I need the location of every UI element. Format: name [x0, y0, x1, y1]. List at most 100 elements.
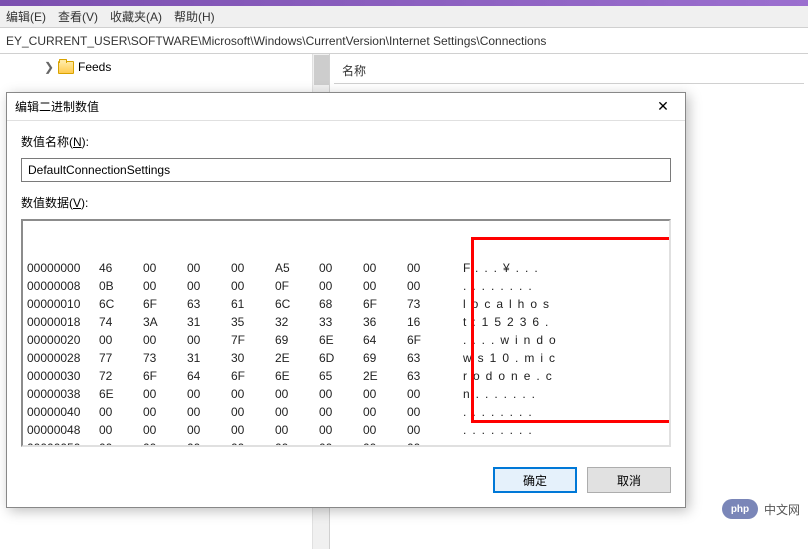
hex-byte[interactable]: 00: [187, 439, 231, 447]
hex-byte[interactable]: 6F: [231, 367, 275, 385]
hex-byte[interactable]: 00: [363, 439, 407, 447]
hex-byte[interactable]: 00: [363, 259, 407, 277]
hex-byte[interactable]: 00: [187, 421, 231, 439]
hex-byte[interactable]: 00: [143, 421, 187, 439]
hex-byte[interactable]: 00: [319, 421, 363, 439]
hex-byte[interactable]: 61: [231, 295, 275, 313]
hex-byte[interactable]: 77: [99, 349, 143, 367]
hex-byte[interactable]: 00: [319, 439, 363, 447]
hex-byte[interactable]: 00: [275, 403, 319, 421]
hex-byte[interactable]: 00: [231, 439, 275, 447]
hex-byte[interactable]: 65: [319, 367, 363, 385]
hex-byte[interactable]: 00: [99, 403, 143, 421]
hex-byte[interactable]: 00: [143, 331, 187, 349]
hex-byte[interactable]: 2E: [275, 349, 319, 367]
hex-byte[interactable]: 00: [407, 277, 451, 295]
hex-byte[interactable]: 00: [187, 277, 231, 295]
hex-byte[interactable]: 00: [231, 385, 275, 403]
hex-byte[interactable]: 6D: [319, 349, 363, 367]
hex-byte[interactable]: 31: [187, 313, 231, 331]
hex-byte[interactable]: 6E: [99, 385, 143, 403]
hex-byte[interactable]: 00: [275, 385, 319, 403]
hex-byte[interactable]: 00: [143, 403, 187, 421]
hex-byte[interactable]: 00: [99, 421, 143, 439]
hex-byte[interactable]: 6E: [275, 367, 319, 385]
hex-byte[interactable]: 00: [143, 439, 187, 447]
hex-byte[interactable]: 7F: [231, 331, 275, 349]
hex-byte[interactable]: A5: [275, 259, 319, 277]
menu-edit[interactable]: 编辑(E): [6, 8, 46, 25]
menu-favorites[interactable]: 收藏夹(A): [110, 8, 162, 25]
hex-byte[interactable]: 00: [319, 277, 363, 295]
hex-byte[interactable]: 31: [187, 349, 231, 367]
hex-byte[interactable]: 00: [363, 421, 407, 439]
close-icon[interactable]: ✕: [649, 97, 677, 117]
hex-byte[interactable]: 00: [319, 259, 363, 277]
hex-byte[interactable]: 00: [231, 277, 275, 295]
hex-byte[interactable]: 72: [99, 367, 143, 385]
hex-byte[interactable]: 35: [231, 313, 275, 331]
hex-byte[interactable]: 6F: [143, 367, 187, 385]
hex-byte[interactable]: 2E: [363, 367, 407, 385]
hex-row[interactable]: 000000080B0000000F000000........: [27, 277, 665, 295]
hex-byte[interactable]: 00: [231, 403, 275, 421]
hex-byte[interactable]: 32: [275, 313, 319, 331]
hex-row[interactable]: 0000000046000000A5000000F...¥...: [27, 259, 665, 277]
hex-byte[interactable]: 64: [187, 367, 231, 385]
scrollbar-thumb[interactable]: [314, 55, 329, 85]
hex-byte[interactable]: 00: [187, 385, 231, 403]
menu-view[interactable]: 查看(V): [58, 8, 98, 25]
hex-byte[interactable]: 00: [99, 439, 143, 447]
hex-byte[interactable]: 00: [363, 277, 407, 295]
hex-byte[interactable]: 00: [363, 403, 407, 421]
hex-row[interactable]: 000000400000000000000000........: [27, 403, 665, 421]
hex-byte[interactable]: 73: [407, 295, 451, 313]
hex-byte[interactable]: 30: [231, 349, 275, 367]
hex-byte[interactable]: 6F: [407, 331, 451, 349]
cancel-button[interactable]: 取消: [587, 467, 671, 493]
hex-row[interactable]: 00000018743A313532333616t:15236.: [27, 313, 665, 331]
hex-byte[interactable]: 6F: [363, 295, 407, 313]
hex-byte[interactable]: 6C: [275, 295, 319, 313]
hex-byte[interactable]: 00: [407, 439, 451, 447]
hex-row[interactable]: 000000480000000000000000........: [27, 421, 665, 439]
hex-byte[interactable]: 6C: [99, 295, 143, 313]
menu-help[interactable]: 帮助(H): [174, 8, 215, 25]
hex-byte[interactable]: 00: [319, 385, 363, 403]
hex-byte[interactable]: 00: [143, 259, 187, 277]
hex-byte[interactable]: 3A: [143, 313, 187, 331]
hex-byte[interactable]: 00: [407, 259, 451, 277]
hex-editor[interactable]: 0000000046000000A5000000F...¥...00000008…: [21, 219, 671, 447]
hex-row[interactable]: 00000030726F646F6E652E63rodone.c: [27, 367, 665, 385]
hex-byte[interactable]: 00: [319, 403, 363, 421]
hex-byte[interactable]: 69: [363, 349, 407, 367]
hex-byte[interactable]: 00: [231, 259, 275, 277]
hex-row[interactable]: 000000106C6F63616C686F73localhos: [27, 295, 665, 313]
hex-byte[interactable]: 33: [319, 313, 363, 331]
hex-byte[interactable]: 00: [99, 331, 143, 349]
hex-byte[interactable]: 00: [275, 439, 319, 447]
hex-byte[interactable]: 0F: [275, 277, 319, 295]
hex-row[interactable]: 000000500000000000000000........: [27, 439, 665, 447]
hex-byte[interactable]: 00: [187, 403, 231, 421]
hex-byte[interactable]: 46: [99, 259, 143, 277]
hex-byte[interactable]: 00: [143, 385, 187, 403]
hex-byte[interactable]: 73: [143, 349, 187, 367]
hex-byte[interactable]: 69: [275, 331, 319, 349]
hex-byte[interactable]: 00: [143, 277, 187, 295]
hex-byte[interactable]: 64: [363, 331, 407, 349]
hex-byte[interactable]: 16: [407, 313, 451, 331]
hex-byte[interactable]: 63: [187, 295, 231, 313]
hex-byte[interactable]: 0B: [99, 277, 143, 295]
hex-byte[interactable]: 00: [275, 421, 319, 439]
hex-byte[interactable]: 6E: [319, 331, 363, 349]
list-column-name[interactable]: 名称: [334, 58, 804, 84]
hex-byte[interactable]: 63: [407, 349, 451, 367]
hex-byte[interactable]: 00: [187, 331, 231, 349]
hex-row[interactable]: 000000200000007F696E646F....windo: [27, 331, 665, 349]
hex-byte[interactable]: 74: [99, 313, 143, 331]
value-name-input[interactable]: [21, 158, 671, 182]
hex-byte[interactable]: 68: [319, 295, 363, 313]
hex-byte[interactable]: 63: [407, 367, 451, 385]
hex-byte[interactable]: 00: [363, 385, 407, 403]
